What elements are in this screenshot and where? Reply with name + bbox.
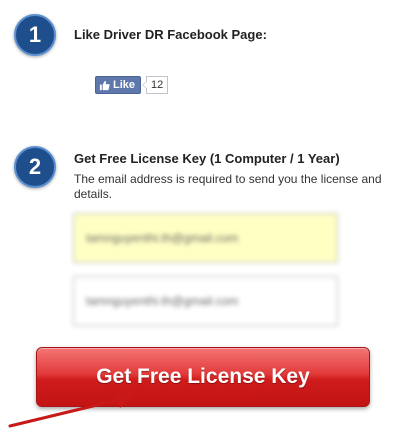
step-1-title: Like Driver DR Facebook Page: xyxy=(74,27,267,42)
facebook-like-widget: Like 12 xyxy=(95,76,169,94)
step-1-badge: 1 xyxy=(14,14,56,56)
step-2-description: The email address is required to send yo… xyxy=(74,172,382,201)
red-arrow-icon xyxy=(8,391,136,428)
step-2-badge: 2 xyxy=(14,146,56,188)
facebook-like-count: 12 xyxy=(141,76,169,94)
facebook-like-label: Like xyxy=(113,79,136,91)
step-2-title: Get Free License Key (1 Computer / 1 Yea… xyxy=(74,151,340,166)
facebook-like-button[interactable]: Like xyxy=(95,76,142,94)
confirm-email-field[interactable] xyxy=(73,276,338,326)
email-field[interactable] xyxy=(73,213,338,263)
thumbs-up-icon xyxy=(99,80,110,90)
